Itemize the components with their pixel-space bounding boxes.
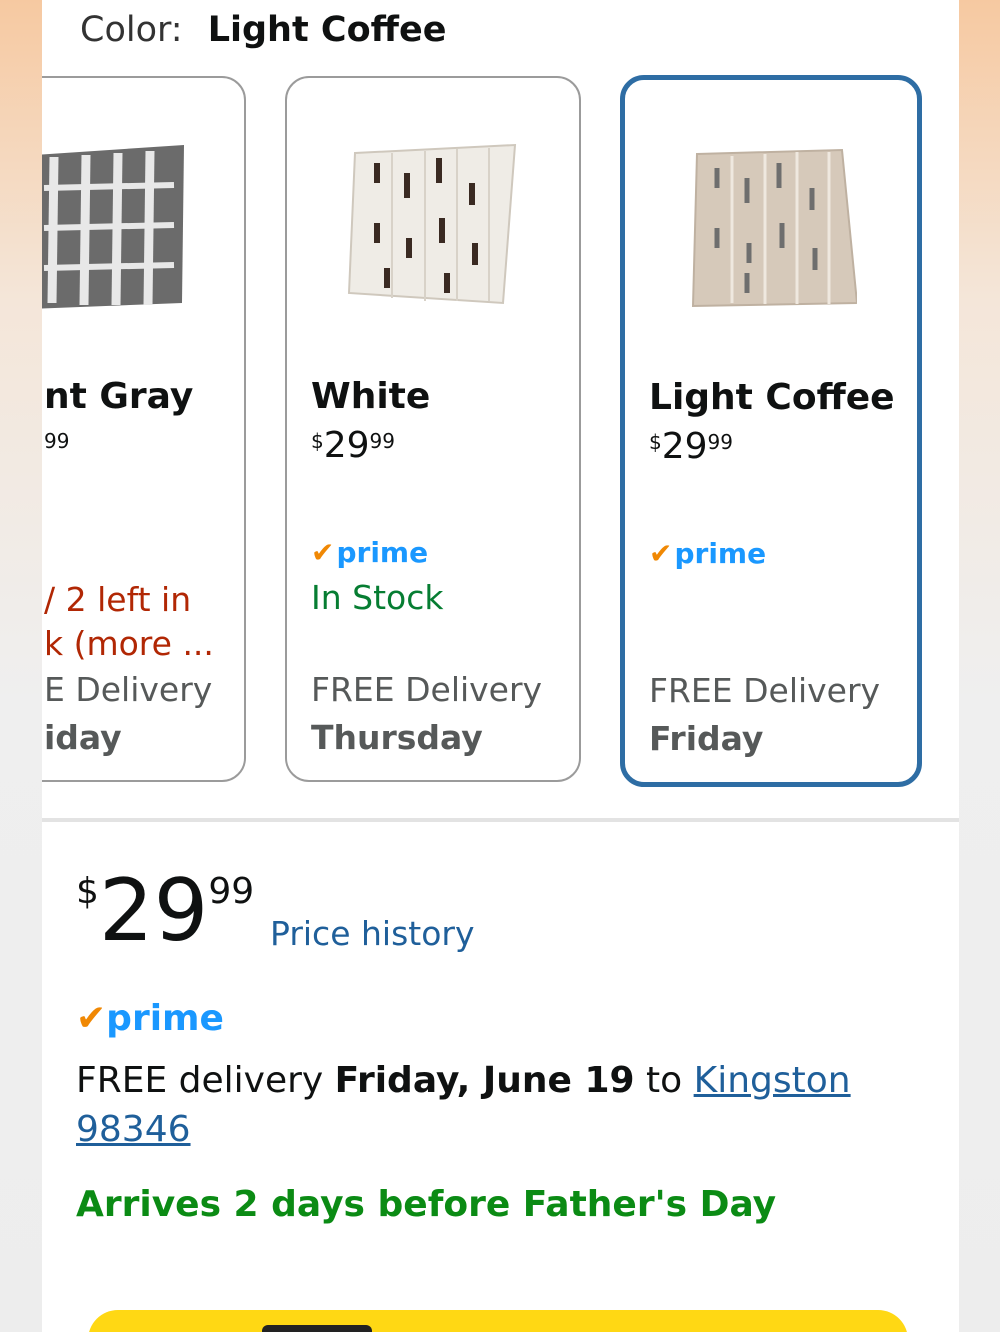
button-top-edge xyxy=(262,1325,372,1332)
pillow-white-image xyxy=(347,143,517,305)
prime-text: prime xyxy=(106,998,224,1039)
variant-stock: In Stock xyxy=(311,578,444,617)
variant-price-symbol: $ xyxy=(311,429,324,453)
variant-delivery-label: E Delivery xyxy=(44,670,213,709)
price-history-link[interactable]: Price history xyxy=(270,914,475,953)
product-panel: Color: Light Coffee nt Gray 99 / 2 left … xyxy=(42,0,959,1332)
variant-price-symbol: $ xyxy=(649,430,662,454)
variant-delivery-day: Friday xyxy=(649,719,764,758)
prime-text: prime xyxy=(336,536,429,569)
prime-badge-main: ✔prime xyxy=(76,998,224,1039)
variant-name: White xyxy=(311,376,431,417)
variant-card-white[interactable]: White $2999 ✔prime In Stock FREE Deliver… xyxy=(285,76,581,782)
variant-price: $2999 xyxy=(311,425,395,466)
price-fraction: 99 xyxy=(208,871,255,912)
variant-stock: / 2 left in k (more ... xyxy=(44,578,214,666)
prime-badge: ✔prime xyxy=(311,536,428,569)
prime-text: prime xyxy=(674,537,767,570)
delivery-prefix: FREE delivery xyxy=(76,1060,335,1101)
variant-price-whole: 29 xyxy=(323,425,370,466)
delivery-to: to xyxy=(634,1060,694,1101)
prime-check-icon: ✔ xyxy=(76,998,107,1039)
stock-line-1: / 2 left in xyxy=(44,580,192,619)
stock-line-2: k (more ... xyxy=(44,624,214,663)
main-price: $2999 xyxy=(76,868,254,954)
color-label: Color: xyxy=(80,10,183,50)
variant-price: $2999 xyxy=(649,426,733,467)
add-to-cart-button[interactable] xyxy=(88,1310,908,1332)
variant-delivery-day: Thursday xyxy=(311,718,483,757)
variant-delivery-label: FREE Delivery xyxy=(649,671,881,710)
variant-card-light-coffee[interactable]: Light Coffee $2999 ✔prime FREE Delivery … xyxy=(620,75,922,787)
variant-price-fraction: 99 xyxy=(44,429,70,453)
section-divider xyxy=(42,818,959,822)
color-value: Light Coffee xyxy=(207,10,447,50)
variant-delivery-day: iday xyxy=(44,718,122,757)
variant-price-fraction: 99 xyxy=(707,430,733,454)
variant-price-whole: 29 xyxy=(661,426,708,467)
variant-delivery-label: FREE Delivery xyxy=(311,670,543,709)
variant-card-gray[interactable]: nt Gray 99 / 2 left in k (more ... E Del… xyxy=(42,76,246,782)
arrives-message: Arrives 2 days before Father's Day xyxy=(76,1184,777,1225)
color-selection-label: Color: Light Coffee xyxy=(80,10,446,50)
prime-check-icon: ✔ xyxy=(649,537,673,570)
pillow-light-coffee-image xyxy=(691,148,857,308)
pillow-gray-image xyxy=(42,145,184,309)
delivery-info: FREE delivery Friday, June 19 to Kingsto… xyxy=(76,1056,896,1154)
variant-name: Light Coffee xyxy=(649,377,895,418)
price-symbol: $ xyxy=(76,871,99,912)
price-whole: 29 xyxy=(98,861,209,961)
variant-name: nt Gray xyxy=(44,376,194,417)
prime-check-icon: ✔ xyxy=(311,536,335,569)
delivery-date: Friday, June 19 xyxy=(334,1060,635,1101)
variant-price-fraction: 99 xyxy=(369,429,395,453)
prime-badge: ✔prime xyxy=(649,537,766,570)
variant-price: 99 xyxy=(44,425,69,466)
